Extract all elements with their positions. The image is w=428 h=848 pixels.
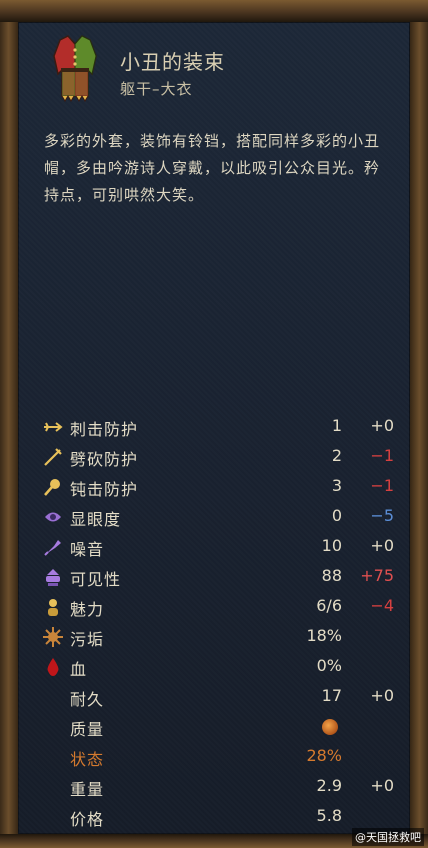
stat-label: 污垢 [70, 630, 105, 649]
stat-value: 2.9 [316, 776, 342, 795]
stat-label: 可见性 [70, 570, 122, 589]
item-name: 小丑的装束 [120, 50, 225, 74]
quality-coin-icon [322, 719, 338, 735]
stat-value: 10 [321, 536, 342, 555]
stat-delta: +0 [370, 686, 394, 705]
stat-row-visibility: 可见性 88 +75 [42, 562, 402, 592]
stat-label: 状态 [70, 750, 105, 769]
slash-icon [44, 448, 62, 466]
stat-delta: −4 [370, 596, 394, 615]
stat-label: 刺击防护 [70, 420, 139, 439]
stat-label: 重量 [70, 780, 105, 799]
stat-row-price: 价格 5.8 [42, 802, 402, 832]
stat-delta: −5 [370, 506, 394, 525]
stat-value: 3 [331, 476, 342, 495]
stat-label: 血 [70, 660, 88, 679]
stat-row-stab-defense: 刺击防护 1 +0 [42, 412, 402, 442]
watermark: @天国拯救吧 [352, 828, 424, 846]
stat-value: 0 [331, 506, 342, 525]
stat-value: 5.8 [316, 806, 342, 825]
stat-row-quality: 质量 [42, 712, 402, 742]
stat-row-conspicuousness: 显眼度 0 −5 [42, 502, 402, 532]
stat-label: 钝击防护 [70, 480, 139, 499]
stat-delta: +0 [370, 536, 394, 555]
stat-value: 28% [306, 746, 342, 765]
stat-delta: −1 [370, 446, 394, 465]
noise-icon [44, 540, 61, 556]
item-description: 多彩的外套，装饰有铃铛，搭配同样多彩的小丑帽，多由吟游诗人穿戴，以此吸引公众目光… [44, 132, 381, 204]
stat-delta: +75 [360, 566, 394, 585]
stat-label: 质量 [70, 720, 105, 739]
stats-list: 刺击防护 1 +0 劈砍防护 2 −1 钝击防护 3 −1 显眼度 0 −5 噪… [42, 412, 402, 832]
stat-delta: +0 [370, 776, 394, 795]
stat-value: 0% [316, 656, 342, 675]
frame-top-border [0, 0, 428, 22]
stat-value: 6/6 [316, 596, 342, 615]
stat-delta: −1 [370, 476, 394, 495]
stat-row-blood: 血 0% [42, 652, 402, 682]
stat-value: 2 [331, 446, 342, 465]
item-type: 躯干–大衣 [120, 80, 193, 98]
blunt-icon [44, 479, 60, 496]
stat-row-blunt-defense: 钝击防护 3 −1 [42, 472, 402, 502]
visibility-icon [46, 569, 60, 586]
stat-value: 1 [331, 416, 342, 435]
stat-label: 耐久 [70, 690, 105, 709]
stat-row-noise: 噪音 10 +0 [42, 532, 402, 562]
stat-value: 17 [321, 686, 342, 705]
stat-row-charisma: 魅力 6/6 −4 [42, 592, 402, 622]
stab-icon [44, 422, 63, 432]
stat-row-condition: 状态 28% [42, 742, 402, 772]
charisma-icon [48, 599, 58, 616]
stat-row-slash-defense: 劈砍防护 2 −1 [42, 442, 402, 472]
stat-label: 噪音 [70, 540, 105, 559]
stat-row-weight: 重量 2.9 +0 [42, 772, 402, 802]
conspicuousness-icon [45, 512, 61, 522]
jester-coat-icon [53, 35, 97, 102]
stat-value: 88 [321, 566, 342, 585]
stat-label: 劈砍防护 [70, 450, 139, 469]
stat-label: 显眼度 [70, 510, 122, 529]
dirt-icon [43, 627, 63, 647]
stat-row-durability: 耐久 17 +0 [42, 682, 402, 712]
stat-label: 价格 [70, 810, 105, 829]
stat-row-dirt: 污垢 18% [42, 622, 402, 652]
stat-value: 18% [306, 626, 342, 645]
stat-delta: +0 [370, 416, 394, 435]
blood-icon [47, 658, 59, 676]
stat-label: 魅力 [70, 600, 105, 619]
